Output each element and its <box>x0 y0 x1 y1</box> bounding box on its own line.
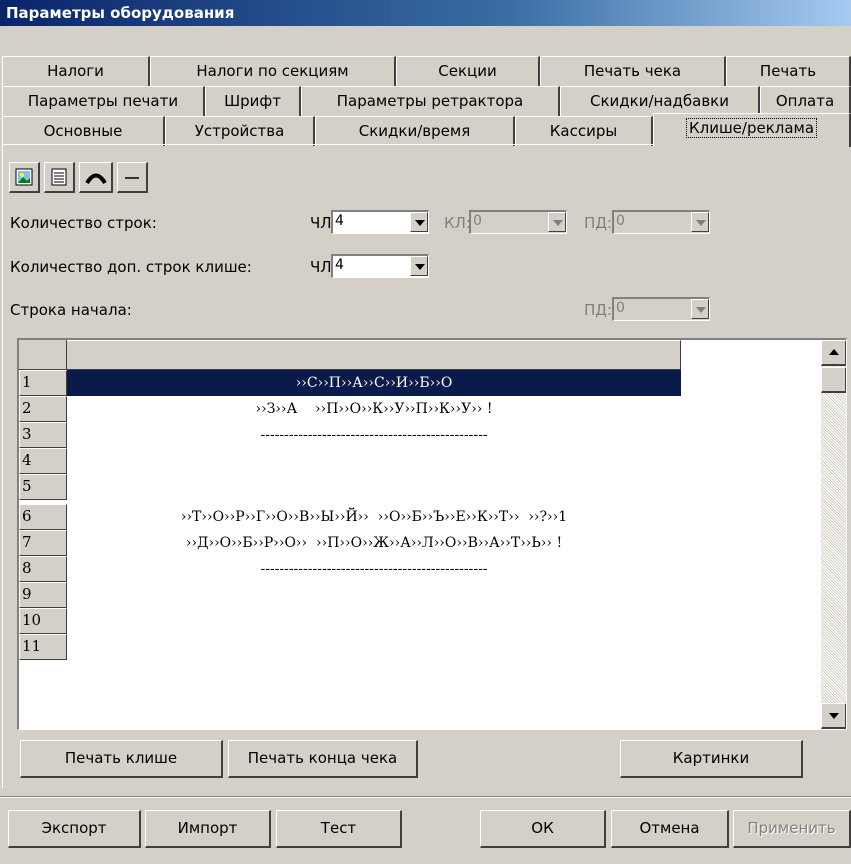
chevron-down-icon[interactable] <box>410 212 428 232</box>
import-button[interactable]: Импорт <box>145 810 271 848</box>
tab-receipt-print[interactable]: Печать чека <box>540 56 726 86</box>
tab-cliche-ads-label: Клише/реклама <box>685 118 818 138</box>
line-icon <box>125 177 139 179</box>
chevron-down-icon[interactable] <box>548 212 566 232</box>
row-count-pd-value: 0 <box>616 213 625 229</box>
row-text[interactable]: ››С››П››А››С››И››Б››О <box>67 370 681 396</box>
table-row[interactable]: 4 <box>19 448 681 474</box>
row-number: 6 <box>19 504 67 530</box>
row-number: 5 <box>19 474 67 500</box>
row-count-kl-label: КЛ: <box>444 214 471 232</box>
tab-sections[interactable]: Секции <box>396 56 540 86</box>
pictures-button[interactable]: Картинки <box>620 740 803 778</box>
tab-discount-time[interactable]: Скидки/время <box>315 116 515 146</box>
start-row-label: Строка начала: <box>10 301 132 319</box>
table-row[interactable]: 7 ››Д››О››Б››Р››О›› ››П››О››Ж››А››Л››О››… <box>19 530 681 556</box>
row-text[interactable] <box>67 448 681 474</box>
insert-line-button[interactable] <box>117 162 148 193</box>
row-number: 8 <box>19 556 67 582</box>
chevron-down-icon[interactable] <box>691 212 709 232</box>
row-number: 4 <box>19 448 67 474</box>
row-number: 11 <box>19 634 67 660</box>
table-row[interactable]: 10 <box>19 608 681 634</box>
row-text[interactable]: ----------------------------------------… <box>67 422 681 448</box>
extra-rows-chl-select[interactable]: 4 <box>331 254 429 278</box>
cancel-button[interactable]: Отмена <box>611 810 729 848</box>
tab-discounts-markups[interactable]: Скидки/надбавки <box>560 86 760 116</box>
tab-row-2: Параметры печати Шрифт Параметры ретракт… <box>2 86 851 116</box>
row-count-pd-label: ПД: <box>584 214 613 232</box>
row-text[interactable] <box>67 582 681 608</box>
cliche-grid[interactable]: 1 ››С››П››А››С››И››Б››О 2 ››З››А ››П››О›… <box>17 338 847 730</box>
row-text[interactable] <box>67 474 681 500</box>
row-count-kl-select[interactable]: 0 <box>469 210 567 234</box>
print-end-button[interactable]: Печать конца чека <box>228 740 418 778</box>
table-row[interactable]: 3 --------------------------------------… <box>19 422 681 448</box>
vertical-scrollbar[interactable] <box>821 340 846 729</box>
text-align-icon <box>51 168 67 186</box>
ok-button[interactable]: ОК <box>480 810 606 848</box>
tab-row-1: Налоги Налоги по секциям Секции Печать ч… <box>2 56 851 86</box>
start-row-pd-select[interactable]: 0 <box>612 297 710 321</box>
row-count-chl-select[interactable]: 4 <box>331 210 429 234</box>
extra-rows-label: Количество доп. строк клише: <box>10 258 252 276</box>
row-text[interactable]: ››З››А ››П››О››К››У››П››К››У›› ! <box>67 396 681 422</box>
window-title: Параметры оборудования <box>0 0 851 26</box>
tab-taxes-by-sections[interactable]: Налоги по секциям <box>150 56 396 86</box>
insert-picture-button[interactable] <box>9 162 40 193</box>
row-text[interactable]: ››Д››О››Б››Р››О›› ››П››О››Ж››А››Л››О››В›… <box>67 530 681 556</box>
scroll-thumb[interactable] <box>821 367 846 393</box>
row-number: 3 <box>19 422 67 448</box>
scroll-up-button[interactable] <box>821 340 846 366</box>
table-row[interactable]: 2 ››З››А ››П››О››К››У››П››К››У›› ! <box>19 396 681 422</box>
tab-payment[interactable]: Оплата <box>760 86 851 116</box>
row-number: 7 <box>19 530 67 556</box>
row-number: 9 <box>19 582 67 608</box>
table-row[interactable]: 8 --------------------------------------… <box>19 556 681 582</box>
tab-row-3: Основные Устройства Скидки/время Кассиры… <box>2 113 851 147</box>
print-cliche-button[interactable]: Печать клише <box>20 740 223 778</box>
table-row[interactable]: 6 ››Т››О››Р››Г››О››В››Ы››Й›› ››О››Б››Ъ››… <box>19 504 681 530</box>
row-text[interactable]: ----------------------------------------… <box>67 556 681 582</box>
grid-corner <box>19 340 67 370</box>
tab-devices[interactable]: Устройства <box>165 116 315 146</box>
table-row[interactable]: 1 ››С››П››А››С››И››Б››О <box>19 370 681 396</box>
grid-column-header <box>67 340 681 370</box>
tab-font[interactable]: Шрифт <box>205 86 301 116</box>
row-number: 1 <box>19 370 67 396</box>
apply-button[interactable]: Применить <box>733 810 851 848</box>
chevron-down-icon[interactable] <box>410 256 428 276</box>
row-count-label: Количество строк: <box>10 214 157 232</box>
arc-text-icon <box>85 173 107 185</box>
tab-print-params[interactable]: Параметры печати <box>2 86 205 116</box>
tab-print[interactable]: Печать <box>726 56 851 86</box>
test-button[interactable]: Тест <box>276 810 402 848</box>
start-row-pd-value: 0 <box>616 300 625 316</box>
arc-text-button[interactable] <box>79 162 113 193</box>
export-button[interactable]: Экспорт <box>8 810 141 848</box>
row-count-chl-value: 4 <box>335 213 344 229</box>
text-align-button[interactable] <box>44 162 75 193</box>
divider <box>0 796 851 798</box>
picture-icon <box>15 168 33 186</box>
chevron-down-icon[interactable] <box>691 299 709 319</box>
row-text[interactable] <box>67 634 681 660</box>
table-row[interactable]: 9 <box>19 582 681 608</box>
row-number: 2 <box>19 396 67 422</box>
tab-main[interactable]: Основные <box>2 116 165 146</box>
start-row-pd-label: ПД: <box>584 301 613 319</box>
row-count-pd-select[interactable]: 0 <box>612 210 710 234</box>
table-row[interactable]: 11 <box>19 634 681 660</box>
tab-cliche-ads[interactable]: Клише/реклама <box>653 113 851 147</box>
table-row[interactable]: 5 <box>19 474 681 500</box>
tab-retractor-params[interactable]: Параметры ретрактора <box>301 86 560 116</box>
tab-cashiers[interactable]: Кассиры <box>515 116 653 146</box>
row-number: 10 <box>19 608 67 634</box>
row-text[interactable] <box>67 608 681 634</box>
extra-rows-chl-value: 4 <box>335 257 344 273</box>
tab-taxes[interactable]: Налоги <box>2 56 150 86</box>
scroll-down-button[interactable] <box>821 703 846 729</box>
row-text[interactable]: ››Т››О››Р››Г››О››В››Ы››Й›› ››О››Б››Ъ››Е›… <box>67 504 681 530</box>
row-count-kl-value: 0 <box>473 213 482 229</box>
